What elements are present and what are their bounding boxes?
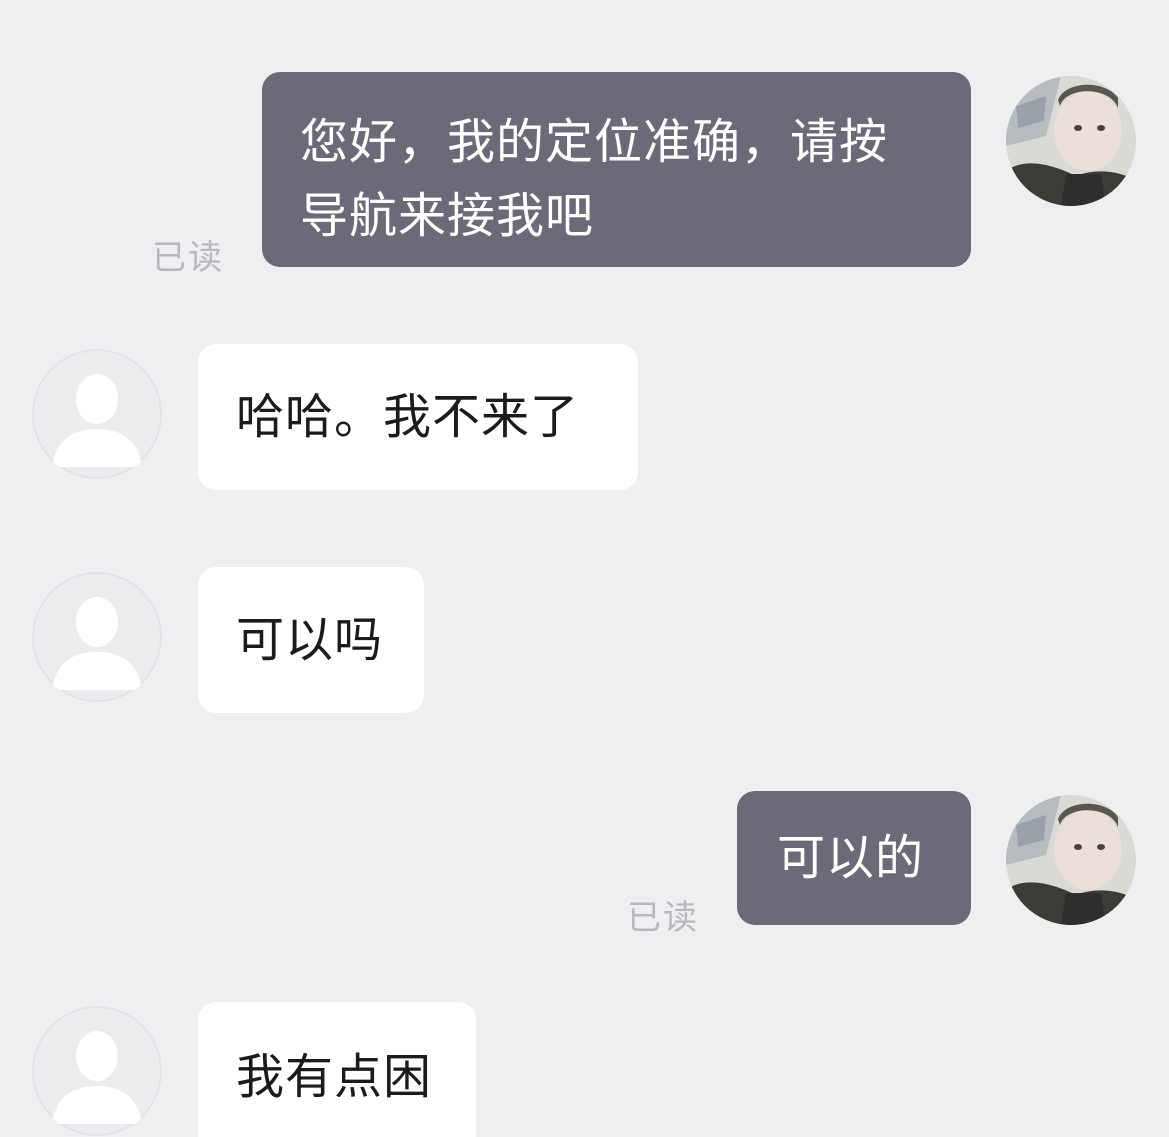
message-bubble-outgoing[interactable]: 可以的 — [737, 791, 971, 925]
read-status: 已读 — [152, 238, 224, 278]
user-photo-avatar-icon[interactable] — [1006, 795, 1136, 925]
default-person-avatar-icon[interactable] — [32, 572, 162, 702]
message-bubble-incoming[interactable]: 哈哈。我不来了 — [198, 344, 638, 490]
read-status: 已读 — [627, 898, 699, 938]
message-bubble-incoming[interactable]: 我有点困 — [198, 1002, 476, 1137]
message-bubble-outgoing[interactable]: 您好，我的定位准确，请按导航来接我吧 — [262, 72, 971, 267]
user-photo-avatar-icon[interactable] — [1006, 76, 1136, 206]
chat-thread: 已读 您好，我的定位准确，请按导航来接我吧 哈哈。我不来了 可以吗 已读 可以的… — [0, 0, 1169, 1137]
message-bubble-incoming[interactable]: 可以吗 — [198, 567, 424, 713]
default-person-avatar-icon[interactable] — [32, 1006, 162, 1136]
default-person-avatar-icon[interactable] — [32, 349, 162, 479]
